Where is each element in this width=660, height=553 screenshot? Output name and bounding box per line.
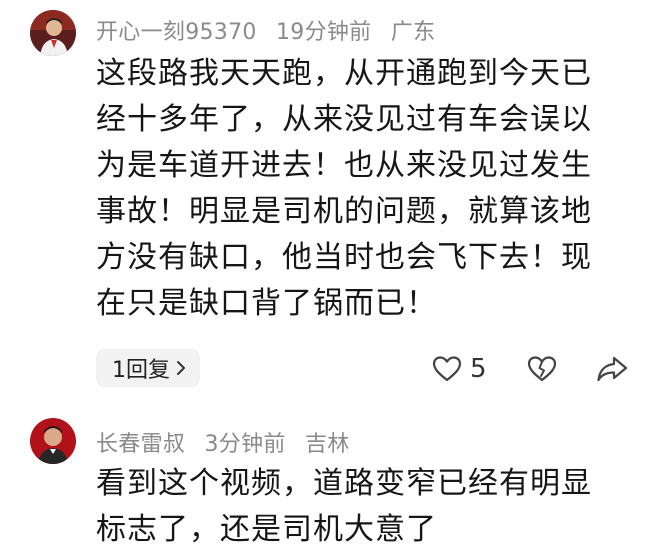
like-group[interactable]: 5 bbox=[432, 350, 487, 388]
avatar[interactable] bbox=[30, 10, 76, 56]
comment-meta: 长春雷叔 3分钟前 吉林 bbox=[96, 426, 362, 458]
heart-icon[interactable] bbox=[432, 355, 462, 383]
comment-item: 长春雷叔 3分钟前 吉林 看到这个视频，道路变窄已经有明显 标志了，还是司机大意… bbox=[0, 400, 660, 547]
reply-count-button[interactable]: 1回复 bbox=[96, 349, 200, 387]
timestamp: 3分钟前 bbox=[204, 432, 286, 457]
comment-line: 标志了，还是司机大意了 bbox=[96, 512, 437, 547]
username[interactable]: 开心一刻95370 bbox=[96, 20, 257, 45]
username[interactable]: 长春雷叔 bbox=[96, 432, 185, 457]
comment-line: 方没有缺口，他当时也会飞下去！现 bbox=[96, 240, 592, 275]
avatar[interactable] bbox=[30, 418, 76, 464]
chevron-right-icon bbox=[177, 361, 185, 375]
location: 吉林 bbox=[305, 432, 350, 457]
broken-heart-icon[interactable] bbox=[527, 355, 557, 383]
like-count: 5 bbox=[470, 354, 487, 384]
timestamp: 19分钟前 bbox=[275, 20, 372, 45]
comment-line: 这段路我天天跑，从开通跑到今天已 bbox=[96, 56, 592, 91]
comment-line: 在只是缺口背了锅而已！ bbox=[96, 286, 437, 321]
comment-text: 这段路我天天跑，从开通跑到今天已 经十多年了，从来没见过有车会误以 为是车道开进… bbox=[96, 51, 636, 327]
comment-text: 看到这个视频，道路变窄已经有明显 标志了，还是司机大意了 bbox=[96, 461, 636, 553]
location: 广东 bbox=[390, 20, 436, 45]
comment-line: 看到这个视频，道路变窄已经有明显 bbox=[96, 466, 592, 501]
reply-count-label: 1回复 bbox=[112, 358, 170, 383]
comment-line: 事故！明显是司机的问题，就算该地 bbox=[96, 194, 592, 229]
comment-meta: 开心一刻95370 19分钟前 广东 bbox=[96, 14, 447, 46]
share-icon[interactable] bbox=[596, 355, 628, 383]
comment-item: 开心一刻95370 19分钟前 广东 这段路我天天跑，从开通跑到今天已 经十多年… bbox=[0, 0, 660, 400]
comment-line: 经十多年了，从来没见过有车会误以 bbox=[96, 102, 592, 137]
comment-line: 为是车道开进去！也从来没见过发生 bbox=[96, 148, 592, 183]
